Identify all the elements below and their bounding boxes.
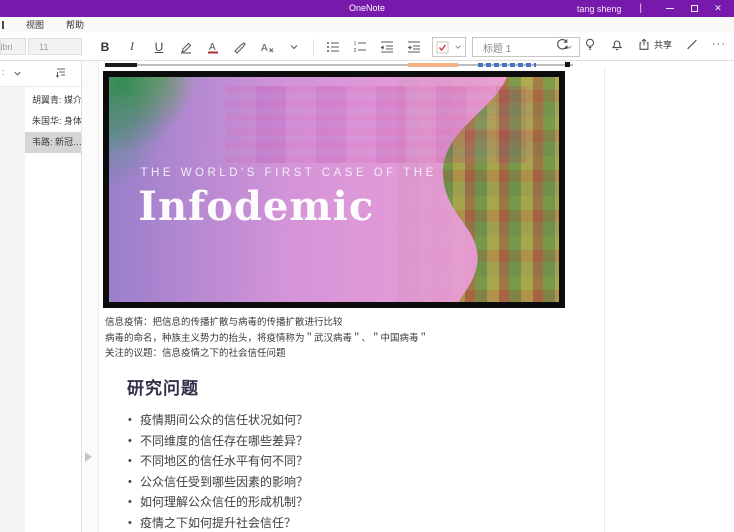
numbered-list-icon: 12 xyxy=(352,39,368,55)
svg-text:1: 1 xyxy=(354,41,357,47)
highlighter-button[interactable] xyxy=(178,39,194,55)
bullet-marker: • xyxy=(128,431,140,452)
banner-collage: THE WORLD'S FIRST CASE OF THE Infodemic xyxy=(109,77,559,302)
clipped-row-link-text xyxy=(478,63,536,67)
sync-status-button[interactable] xyxy=(555,37,570,52)
format-painter-button[interactable] xyxy=(232,39,248,55)
tell-me-button[interactable] xyxy=(583,37,597,52)
restore-button[interactable] xyxy=(682,0,706,17)
note-line: 关注的议题：信息疫情之下的社会信任问题 xyxy=(105,346,575,362)
font-color-button[interactable]: A xyxy=(205,39,221,55)
resize-handle[interactable] xyxy=(565,62,570,67)
svg-text:2: 2 xyxy=(354,48,357,54)
outdent-button[interactable] xyxy=(379,39,395,55)
clipped-row-highlight-segment xyxy=(408,63,458,67)
bullet-item: •不同地区的信任水平有何不同？ xyxy=(128,451,308,472)
banner-title-text: Infodemic xyxy=(138,183,374,230)
minimize-icon xyxy=(666,8,674,9)
font-name-input[interactable]: Calibri xyxy=(0,38,26,55)
bullet-item: •不同维度的信任存在哪些差异？ xyxy=(128,431,308,452)
bullet-list-icon xyxy=(325,39,341,55)
sort-icon xyxy=(55,67,67,79)
bullet-marker: • xyxy=(128,513,140,532)
close-button[interactable]: ✕ xyxy=(706,0,730,17)
lightbulb-icon xyxy=(583,37,597,52)
clipped-row-black-segment xyxy=(105,63,137,67)
bullet-item: •公众信任受到哪些因素的影响？ xyxy=(128,472,308,493)
font-size-input[interactable]: 11 xyxy=(28,38,82,55)
font-options-dropdown[interactable] xyxy=(286,39,302,55)
bell-icon xyxy=(610,37,624,52)
toolbar-divider xyxy=(313,39,314,55)
section-heading[interactable]: 研究问题 xyxy=(127,374,199,399)
bullet-list-button[interactable] xyxy=(325,39,341,55)
bullet-marker: • xyxy=(128,492,140,513)
underline-button[interactable]: U xyxy=(151,39,167,55)
chevron-down-icon xyxy=(289,42,299,52)
draw-button[interactable] xyxy=(685,37,699,52)
expand-arrow-icon[interactable] xyxy=(85,452,92,462)
menu-view[interactable]: 视图 xyxy=(26,18,44,31)
font-color-icon: A xyxy=(205,39,221,55)
restore-icon xyxy=(691,5,698,12)
todo-tag-dropdown[interactable] xyxy=(432,37,466,57)
sort-pages-button[interactable] xyxy=(55,67,67,79)
chevron-down-icon xyxy=(454,43,462,51)
clear-format-icon: A xyxy=(259,39,275,55)
indent-button[interactable] xyxy=(406,39,422,55)
notebook-dropdown[interactable] xyxy=(13,69,22,78)
navigation-strip xyxy=(0,61,25,532)
note-line: 病毒的命名，种族主义势力的抬头，将疫情称为＂武汉病毒＂、＂中国病毒＂ xyxy=(105,331,575,347)
menu-help[interactable]: 帮助 xyxy=(66,18,84,31)
draw-icon xyxy=(685,37,699,52)
chevron-down-icon xyxy=(13,69,22,78)
indent-icon xyxy=(406,39,422,55)
bullet-item: •如何理解公众信任的形成机制？ xyxy=(128,492,308,513)
svg-text:A: A xyxy=(261,43,268,54)
clear-format-button[interactable]: A xyxy=(259,39,275,55)
italic-button[interactable]: I xyxy=(124,39,140,55)
share-label: 共享 xyxy=(654,38,672,51)
notebook-label-clipped: : xyxy=(2,67,5,77)
banner-kicker-text: THE WORLD'S FIRST CASE OF THE xyxy=(141,167,437,179)
bullet-item: •疫情之下如何提升社会信任？ xyxy=(128,513,308,532)
bullet-list[interactable]: •疫情期间公众的信任状况如何？ •不同维度的信任存在哪些差异？ •不同地区的信任… xyxy=(128,410,308,532)
more-options-button[interactable]: ··· xyxy=(712,38,726,50)
outdent-icon xyxy=(379,39,395,55)
clipped-menu-item xyxy=(2,21,4,29)
note-text-block[interactable]: 信息疫情：把信息的传播扩散与病毒的传播扩散进行比较 病毒的命名，种族主义势力的抬… xyxy=(105,315,575,362)
notifications-button[interactable] xyxy=(610,37,624,52)
page-list-item[interactable]: 朱国华: 身体… xyxy=(25,111,81,132)
highlighter-icon xyxy=(178,39,194,55)
sync-status-icon xyxy=(555,37,570,52)
bullet-marker: • xyxy=(128,410,140,431)
pages-pane-header: : xyxy=(0,61,81,87)
clipped-content-row xyxy=(99,62,579,68)
page-edge-line xyxy=(604,67,605,532)
share-icon xyxy=(637,37,651,52)
page-list-item-selected[interactable]: 韦路: 新冠… xyxy=(25,132,81,153)
titlebar: OneNote tang sheng | ✕ xyxy=(0,0,734,17)
note-line: 信息疫情：把信息的传播扩散与病毒的传播扩散进行比较 xyxy=(105,315,575,331)
bullet-marker: • xyxy=(128,451,140,472)
svg-text:A: A xyxy=(209,42,216,53)
numbered-list-button[interactable]: 12 xyxy=(352,39,368,55)
todo-tag-checkbox xyxy=(436,41,449,54)
bold-button[interactable]: B xyxy=(97,39,113,55)
menubar: 视图 帮助 xyxy=(0,17,734,32)
infodemic-banner-image[interactable]: THE WORLD'S FIRST CASE OF THE Infodemic xyxy=(103,71,565,308)
bullet-marker: • xyxy=(128,472,140,493)
page-list-item[interactable]: 胡翼青: 媒介… xyxy=(25,90,81,111)
style-selected-label: 标题 1 xyxy=(483,40,511,55)
bullet-item: •疫情期间公众的信任状况如何？ xyxy=(128,410,308,431)
format-painter-icon xyxy=(232,39,248,55)
share-button[interactable]: 共享 xyxy=(637,37,672,52)
user-account[interactable]: tang sheng xyxy=(577,4,622,14)
titlebar-separator: | xyxy=(639,3,642,14)
minimize-button[interactable] xyxy=(658,0,682,17)
formatting-toolbar: Calibri 11 B I U A A 12 xyxy=(0,32,734,61)
